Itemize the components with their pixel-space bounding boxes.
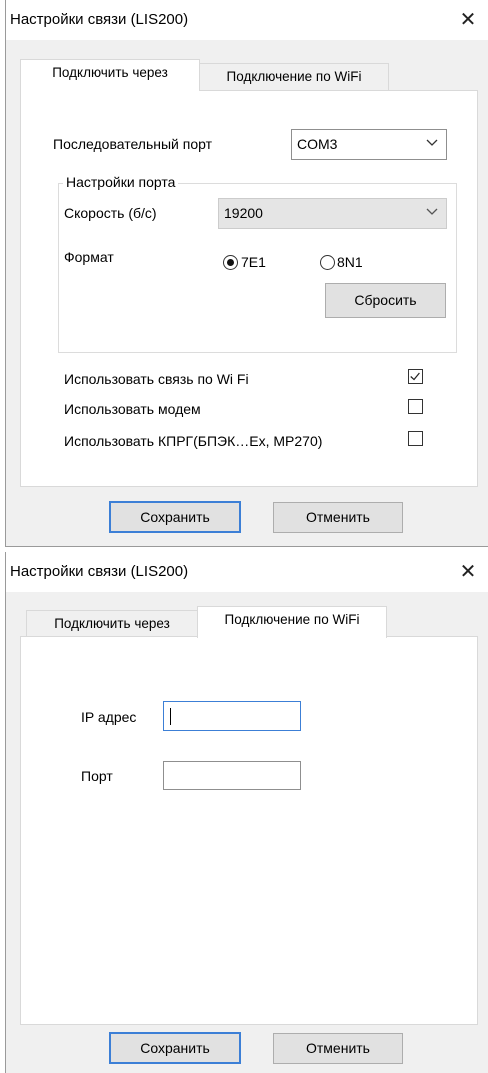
port-settings-label: Настройки порта — [63, 174, 179, 190]
tab-wifi-connection[interactable]: Подключение по WiFi — [197, 606, 387, 638]
ip-address-label: IP адрес — [81, 709, 137, 725]
speed-label: Скорость (б/с) — [64, 205, 157, 221]
format-label: Формат — [64, 249, 114, 265]
use-kprg-checkbox[interactable] — [408, 431, 423, 446]
use-kprg-label: Использовать КПРГ(БПЭК…Ex, MP270) — [64, 433, 323, 449]
use-modem-checkbox[interactable] — [408, 399, 423, 414]
ip-address-field[interactable] — [163, 701, 301, 731]
close-icon[interactable]: ✕ — [448, 552, 488, 592]
format-7e1-radio[interactable] — [223, 255, 238, 270]
tab-connect-via[interactable]: Подключить через — [20, 59, 200, 91]
connection-settings-dialog-serial: Настройки связи (LIS200) ✕ Подключить че… — [5, 0, 488, 547]
cancel-button[interactable]: Отменить — [273, 502, 403, 533]
title-bar: Настройки связи (LIS200) ✕ — [6, 0, 488, 40]
reset-button[interactable]: Сбросить — [325, 283, 446, 318]
use-wifi-label: Использовать связь по Wi Fi — [64, 371, 249, 387]
title-bar: Настройки связи (LIS200) ✕ — [6, 552, 488, 592]
text-cursor — [170, 708, 171, 725]
chevron-down-icon — [426, 139, 438, 146]
format-8n1-radio[interactable] — [320, 255, 335, 270]
format-8n1-label: 8N1 — [337, 254, 363, 270]
close-icon[interactable]: ✕ — [448, 0, 488, 40]
format-7e1-label: 7E1 — [241, 254, 266, 270]
connection-settings-dialog-wifi: Настройки связи (LIS200) ✕ Подключить че… — [5, 552, 488, 1073]
speed-value: 19200 — [224, 205, 263, 221]
window-title: Настройки связи (LIS200) — [10, 563, 189, 580]
speed-select[interactable]: 19200 — [218, 198, 447, 229]
check-icon — [410, 372, 420, 381]
tab-panel-connect-via: Последовательный порт COM3 Настройки пор… — [20, 90, 478, 487]
save-button[interactable]: Сохранить — [109, 1032, 241, 1064]
save-button[interactable]: Сохранить — [109, 501, 241, 533]
serial-port-value: COM3 — [297, 136, 338, 152]
serial-port-label: Последовательный порт — [53, 136, 213, 152]
port-field[interactable] — [163, 761, 301, 790]
use-modem-label: Использовать модем — [64, 401, 201, 417]
chevron-down-icon — [426, 208, 438, 215]
use-wifi-checkbox[interactable] — [408, 369, 423, 384]
tab-connect-via[interactable]: Подключить через — [26, 610, 198, 638]
tab-panel-wifi: IP адрес Порт — [20, 636, 478, 1025]
serial-port-select[interactable]: COM3 — [291, 129, 447, 160]
port-label: Порт — [81, 768, 113, 784]
cancel-button[interactable]: Отменить — [273, 1033, 403, 1064]
tab-wifi-connection[interactable]: Подключение по WiFi — [199, 63, 389, 91]
window-title: Настройки связи (LIS200) — [10, 11, 189, 28]
